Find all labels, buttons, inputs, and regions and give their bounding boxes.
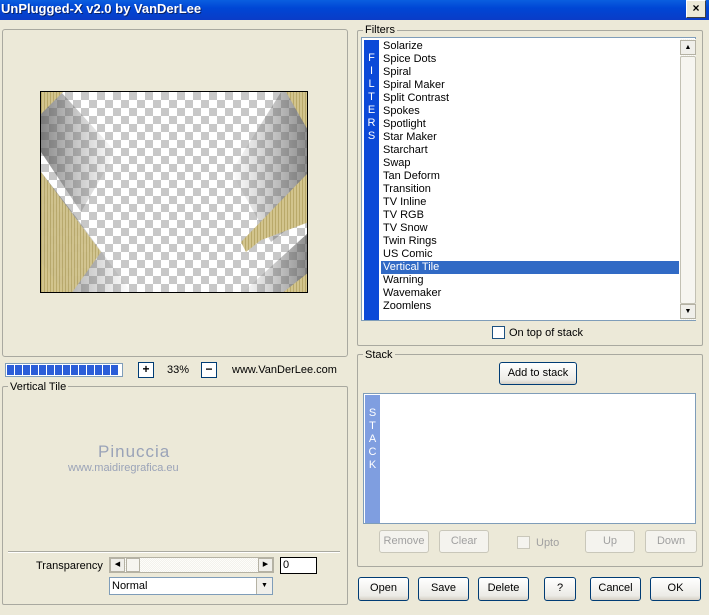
list-item[interactable]: Twin Rings xyxy=(381,235,679,248)
watermark-title: Pinuccia xyxy=(98,442,171,461)
params-group-label: Vertical Tile xyxy=(8,381,69,393)
down-button[interactable]: Down xyxy=(645,530,697,553)
watermark-url: www.maidiregrafica.eu xyxy=(68,462,179,474)
list-item[interactable]: Spiral xyxy=(381,66,679,79)
stack-list[interactable]: S T A C K xyxy=(363,393,696,524)
band-letter: T xyxy=(369,420,376,432)
filters-group-label: Filters xyxy=(363,24,397,36)
list-item[interactable]: Split Contrast xyxy=(381,92,679,105)
blend-mode-select[interactable]: Normal ▼ xyxy=(109,577,273,595)
list-item[interactable]: Star Maker xyxy=(381,131,679,144)
list-item[interactable]: Spotlight xyxy=(381,118,679,131)
filters-band: F I L T E R S xyxy=(364,40,379,320)
scrollbar-thumb[interactable] xyxy=(680,56,696,304)
band-letter: A xyxy=(368,433,377,445)
band-letter: R xyxy=(367,117,376,129)
filters-items: Solarize Spice Dots Spiral Spiral Maker … xyxy=(381,40,679,313)
band-letter: L xyxy=(368,78,375,90)
stack-group-label: Stack xyxy=(363,349,395,361)
list-item[interactable]: TV RGB xyxy=(381,209,679,222)
filters-scrollbar[interactable]: ▲ ▼ xyxy=(680,39,696,320)
band-letter: E xyxy=(367,104,376,116)
band-letter: S xyxy=(367,130,376,142)
scroll-down-icon[interactable]: ▼ xyxy=(680,304,696,319)
cancel-button[interactable]: Cancel xyxy=(590,577,641,601)
zoom-out-button[interactable]: − xyxy=(201,362,217,378)
list-item[interactable]: Spiral Maker xyxy=(381,79,679,92)
band-letter: F xyxy=(368,52,375,64)
website-label: www.VanDerLee.com xyxy=(232,364,337,376)
transparency-label: Transparency xyxy=(36,560,103,572)
open-button[interactable]: Open xyxy=(358,577,409,601)
delete-button[interactable]: Delete xyxy=(478,577,529,601)
title-bar: UnPlugged-X v2.0 by VanDerLee × xyxy=(0,0,709,20)
scroll-up-icon[interactable]: ▲ xyxy=(680,40,696,55)
save-button[interactable]: Save xyxy=(418,577,469,601)
list-item[interactable]: TV Inline xyxy=(381,196,679,209)
list-item[interactable]: Tan Deform xyxy=(381,170,679,183)
close-button[interactable]: × xyxy=(686,0,706,18)
list-item[interactable]: TV Snow xyxy=(381,222,679,235)
band-letter: K xyxy=(368,459,377,471)
band-letter: T xyxy=(368,91,375,103)
preview-render xyxy=(41,92,307,292)
list-item[interactable]: Solarize xyxy=(381,40,679,53)
window-title: UnPlugged-X v2.0 by VanDerLee xyxy=(1,1,202,16)
up-button[interactable]: Up xyxy=(585,530,635,553)
scroll-right-icon[interactable]: ▶ xyxy=(258,558,273,572)
help-button[interactable]: ? xyxy=(544,577,576,601)
ok-button[interactable]: OK xyxy=(650,577,701,601)
transparency-slider[interactable]: ◀ ▶ xyxy=(109,557,274,573)
separator xyxy=(8,551,340,553)
transparency-input[interactable]: 0 xyxy=(280,557,317,574)
list-item[interactable]: Starchart xyxy=(381,144,679,157)
chevron-down-icon[interactable]: ▼ xyxy=(256,578,272,594)
list-item[interactable]: US Comic xyxy=(381,248,679,261)
upto-checkbox[interactable] xyxy=(517,536,530,549)
band-letter: C xyxy=(368,446,377,458)
list-item[interactable]: Wavemaker xyxy=(381,287,679,300)
on-top-label: On top of stack xyxy=(509,327,583,339)
slider-thumb[interactable] xyxy=(126,558,140,572)
band-letter: S xyxy=(368,407,377,419)
upto-label: Upto xyxy=(536,537,560,549)
clear-button[interactable]: Clear xyxy=(439,530,489,553)
remove-button[interactable]: Remove xyxy=(379,530,429,553)
list-item[interactable]: Swap xyxy=(381,157,679,170)
scroll-left-icon[interactable]: ◀ xyxy=(110,558,125,572)
list-item[interactable]: Spice Dots xyxy=(381,53,679,66)
preview-image[interactable] xyxy=(40,91,308,293)
add-to-stack-button[interactable]: Add to stack xyxy=(499,362,577,385)
stack-band: S T A C K xyxy=(365,395,380,523)
progress-bar xyxy=(5,363,123,377)
list-item[interactable]: Zoomlens xyxy=(381,300,679,313)
filters-list[interactable]: F I L T E R S Solarize Spice Dots Spiral… xyxy=(361,37,696,321)
zoom-level: 33% xyxy=(167,364,190,376)
blend-mode-value: Normal xyxy=(112,580,148,592)
list-item[interactable]: Transition xyxy=(381,183,679,196)
zoom-in-button[interactable]: + xyxy=(138,362,154,378)
list-item[interactable]: Warning xyxy=(381,274,679,287)
on-top-checkbox[interactable] xyxy=(492,326,505,339)
band-letter: I xyxy=(369,65,374,77)
list-item-selected[interactable]: Vertical Tile xyxy=(381,261,679,274)
list-item[interactable]: Spokes xyxy=(381,105,679,118)
